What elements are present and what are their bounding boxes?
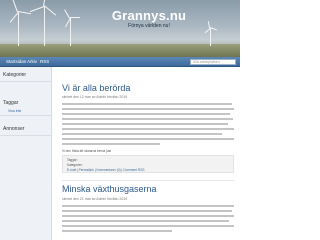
post-footer-links: E-mail | Permalänk | Kommentarer (0) | C… — [67, 168, 145, 172]
post-body-line — [62, 103, 232, 105]
post-body-line — [62, 205, 234, 207]
search-input[interactable]: Sök webbplatsen — [190, 59, 236, 65]
sidebar-title-taggar: Taggar — [3, 100, 19, 106]
site-title[interactable]: Grannys.nu — [94, 8, 204, 23]
sidebar-title-annonser: Annonser — [3, 126, 25, 132]
sidebar: Kategorier Taggar Visa inte Annonser — [0, 67, 52, 240]
post-body-line — [62, 220, 229, 222]
post-body-line — [62, 225, 234, 227]
post-title[interactable]: Minska växthusgaserna — [62, 184, 157, 194]
sidebar-divider — [0, 81, 51, 82]
nav-item-startsidan[interactable]: Startsidan — [6, 59, 26, 64]
sidebar-divider — [0, 115, 51, 116]
post-body-line — [62, 210, 232, 212]
post-body-line — [62, 215, 234, 217]
post-title[interactable]: Vi är alla berörda — [62, 83, 130, 93]
sidebar-title-kategorier: Kategorier — [3, 72, 27, 78]
post-separator — [62, 180, 234, 181]
email-link[interactable]: E-mail — [67, 168, 76, 172]
nav-item-arkiv[interactable]: Arkiv — [27, 59, 37, 64]
post-meta: skrivet den 21 mar av Admin hbvifan 2019 — [62, 197, 128, 201]
post-body-line — [62, 138, 234, 140]
post-meta: skrivet den 12 mar av Admin hbvifan 2019 — [62, 95, 128, 99]
post-body-line — [62, 133, 222, 135]
nav-item-rss[interactable]: RSS — [40, 59, 49, 64]
post-tags-label: Taggar: — [67, 158, 78, 162]
post-body-line — [62, 128, 234, 130]
post-body-line — [62, 113, 230, 115]
sidebar-divider — [0, 135, 51, 136]
site-header: Grannys.nu Förnya världen nu! — [0, 0, 240, 57]
post-body-line — [62, 143, 160, 145]
post-body-line — [62, 123, 228, 125]
main-nav: Startsidan Arkiv RSS Sök webbplatsen — [0, 57, 240, 67]
post-caption: Vi den fösta att växlarna berna just — [62, 149, 112, 153]
post-body-line — [62, 230, 172, 232]
post-body-line — [62, 108, 234, 110]
main-content: Vi är alla berörda skrivet den 12 mar av… — [52, 67, 240, 240]
site-tagline: Förnya världen nu! — [128, 23, 170, 29]
post-body-line — [62, 118, 233, 120]
post-footer: Taggar: Kategorier: E-mail | Permalänk |… — [62, 155, 234, 173]
permalink-link[interactable]: Permalänk — [79, 168, 94, 172]
post-category-label: Kategorier: — [67, 163, 83, 167]
comments-link[interactable]: Kommentarer (0) — [97, 168, 121, 172]
comment-rss-link[interactable]: Comment RSS — [123, 168, 144, 172]
sidebar-link-visa-inte[interactable]: Visa inte — [8, 109, 21, 113]
header-field — [0, 44, 240, 57]
